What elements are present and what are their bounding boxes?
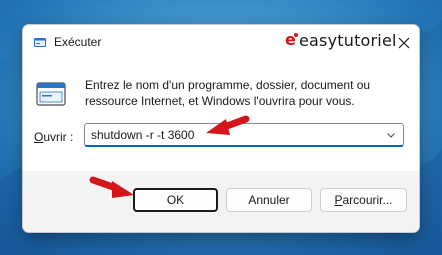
watermark-text: easytutoriel xyxy=(299,30,397,50)
run-icon xyxy=(34,38,46,47)
cancel-button[interactable]: Annuler xyxy=(226,188,312,212)
browse-label-rest: arcourir... xyxy=(342,193,393,207)
open-label-rest: uvrir : xyxy=(43,130,74,144)
svg-text:e: e xyxy=(285,31,296,49)
command-input[interactable]: shutdown -r -t 3600 xyxy=(91,128,194,142)
watermark-logo-icon: e xyxy=(285,31,298,49)
open-label: Ouvrir : xyxy=(34,130,73,144)
title-bar: Exécuter e easytutoriel xyxy=(23,25,419,59)
dialog-content xyxy=(23,59,419,171)
close-icon[interactable] xyxy=(395,34,413,52)
run-app-icon xyxy=(36,82,66,106)
command-combobox[interactable]: shutdown -r -t 3600 xyxy=(84,123,404,147)
dialog-description: Entrez le nom d'un programme, dossier, d… xyxy=(85,78,371,108)
browse-button[interactable]: Parcourir... xyxy=(320,188,407,212)
browse-accesskey: P xyxy=(334,193,343,207)
watermark: e easytutoriel xyxy=(285,29,397,51)
dialog-title: Exécuter xyxy=(54,35,102,49)
chevron-down-icon[interactable] xyxy=(386,130,396,140)
ok-button[interactable]: OK xyxy=(133,188,218,212)
run-dialog: Exécuter e easytutoriel Entrez le nom d'… xyxy=(22,24,420,233)
open-label-accesskey: O xyxy=(34,130,44,144)
